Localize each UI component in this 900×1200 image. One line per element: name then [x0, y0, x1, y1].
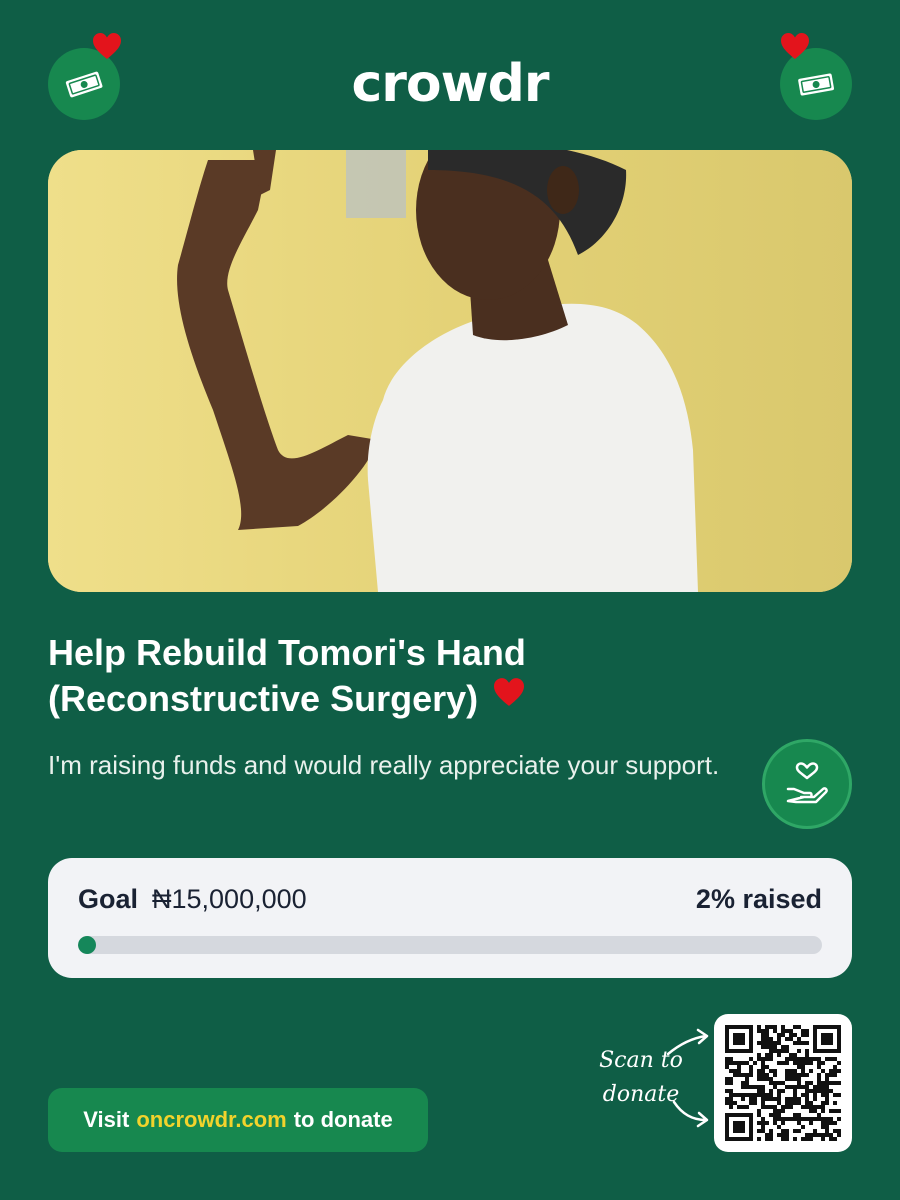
visit-prefix: Visit [83, 1107, 130, 1132]
support-badge [762, 739, 852, 829]
progress-bar-fill [78, 936, 96, 954]
money-badge-right [780, 33, 852, 120]
goal-label: Goal [78, 884, 139, 914]
heart-icon [781, 33, 809, 59]
site-link[interactable]: oncrowdr.com [136, 1107, 286, 1133]
donate-qr-code[interactable] [714, 1014, 852, 1152]
campaign-subtitle: I'm raising funds and would really appre… [48, 750, 720, 780]
goal-raised-percent: 2% raised [695, 884, 822, 914]
goal-card: Goal ₦15,000,000 2% raised [48, 858, 852, 978]
campaign-title: Help Rebuild Tomori's Hand (Reconstructi… [48, 630, 748, 722]
crowdr-logo: crowdr [351, 54, 549, 114]
visit-site-button[interactable]: Visit oncrowdr.com to donate [48, 1088, 428, 1152]
progress-bar [78, 936, 822, 954]
money-bill-icon [798, 73, 834, 96]
hand-heart-icon [786, 762, 828, 804]
visit-suffix: to donate [293, 1107, 393, 1132]
arrow-icon [666, 1028, 709, 1128]
campaign-photo [48, 150, 852, 592]
qr-code-icon [725, 1025, 841, 1141]
goal-amount: ₦15,000,000 [152, 884, 307, 914]
campaign-title-line2: (Reconstructive Surgery) [48, 678, 479, 719]
heart-icon [494, 678, 525, 706]
campaign-title-line1: Help Rebuild Tomori's Hand [48, 632, 526, 673]
